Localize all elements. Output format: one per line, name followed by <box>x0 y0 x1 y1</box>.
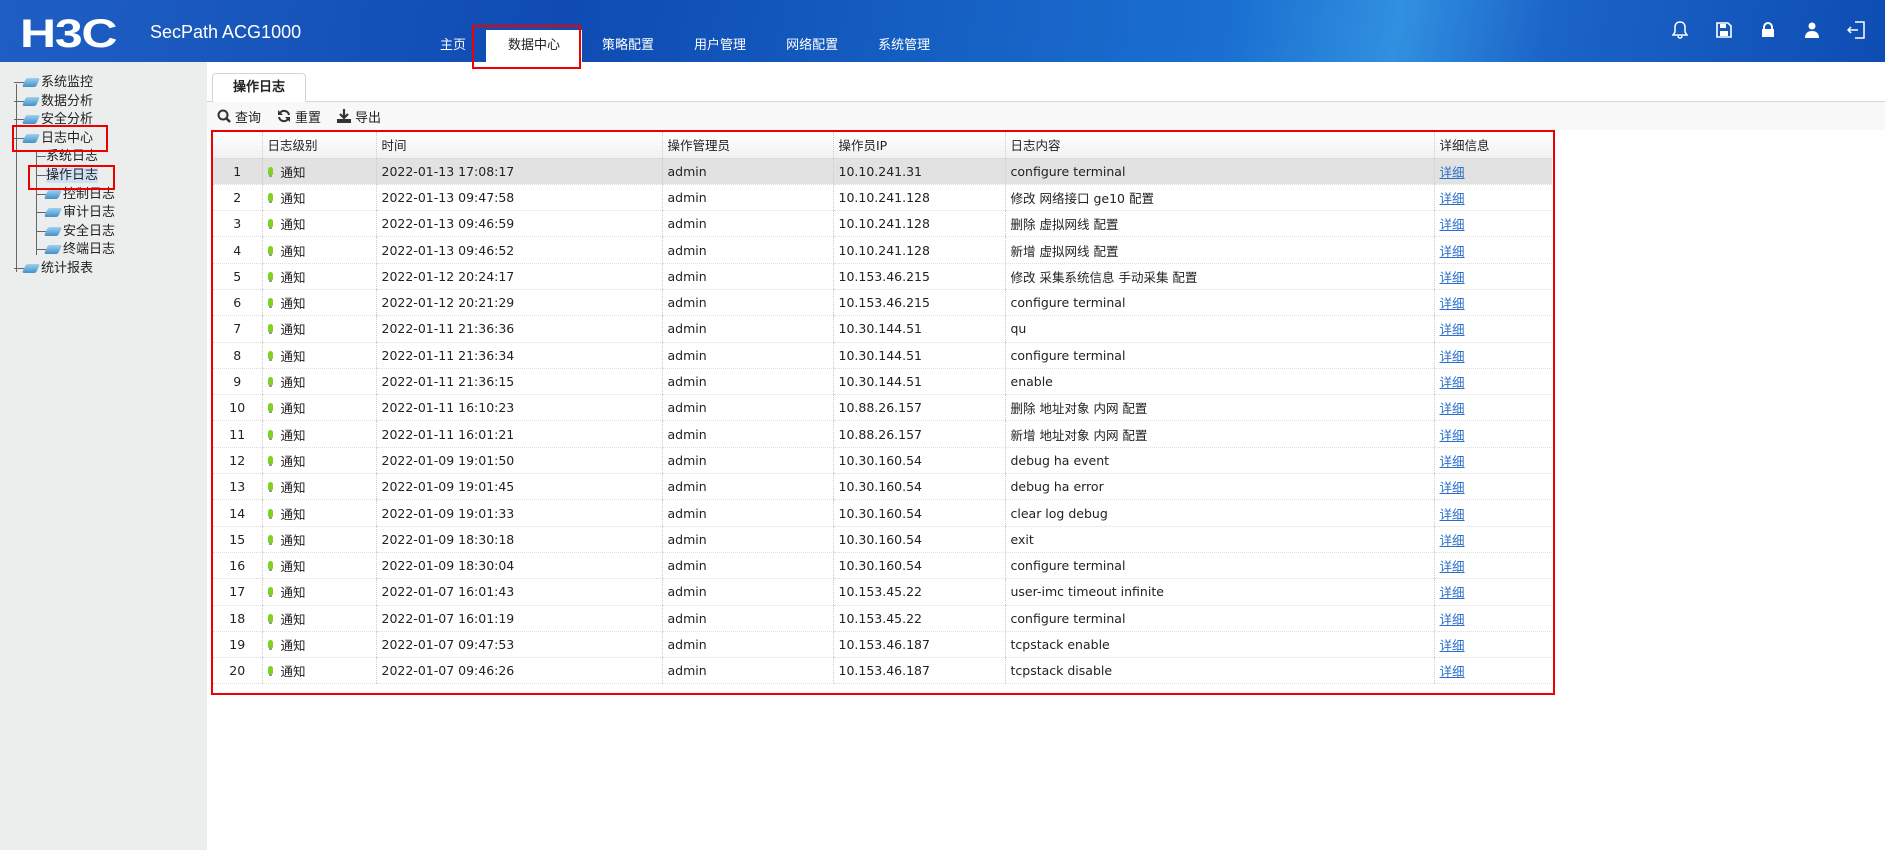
toolbar: 查询 重置 导出 <box>207 102 1885 130</box>
tab-operation-log[interactable]: 操作日志 <box>212 73 306 103</box>
tree-label: 统计报表 <box>41 260 94 276</box>
tree-item-statistics-report[interactable]: 统计报表 <box>14 260 115 279</box>
tree-label: 安全日志 <box>63 223 116 239</box>
tree-item-data-analysis[interactable]: 数据分析 <box>14 93 115 112</box>
download-icon <box>337 109 352 123</box>
tree-label: 审计日志 <box>63 205 116 221</box>
tree-item-system-monitor[interactable]: 系统监控 <box>14 74 115 93</box>
nav-tab[interactable]: 系统管理 <box>858 30 950 62</box>
user-icon[interactable] <box>1803 20 1821 40</box>
export-label: 导出 <box>355 110 382 126</box>
folder-icon <box>43 208 63 218</box>
tree-item-audit-log[interactable]: 审计日志 <box>14 204 115 223</box>
sidebar: 系统监控 数据分析 安全分析 日志中心 系统日志 操作日志 控制日志 审计日志 … <box>0 62 207 850</box>
tree-label: 终端日志 <box>63 242 116 258</box>
folder-icon <box>43 245 63 255</box>
folder-icon <box>21 78 41 87</box>
bell-icon[interactable] <box>1671 20 1689 40</box>
tree-item-terminal-log[interactable]: 终端日志 <box>14 241 115 260</box>
tab-bar: 操作日志 <box>207 72 1885 103</box>
reset-label: 重置 <box>295 110 322 126</box>
refresh-icon <box>278 109 291 123</box>
header-icons <box>1671 20 1865 40</box>
folder-icon <box>43 226 63 236</box>
nav-tab[interactable]: 用户管理 <box>674 30 766 62</box>
query-label: 查询 <box>235 110 262 126</box>
search-icon <box>217 109 231 123</box>
tree-label: 数据分析 <box>41 93 94 109</box>
query-button[interactable]: 查询 <box>217 107 261 126</box>
folder-icon <box>21 96 41 106</box>
tree-item-security-log[interactable]: 安全日志 <box>14 223 115 242</box>
annotation-box-operation-log <box>28 165 115 190</box>
tree-label: 系统监控 <box>41 75 94 90</box>
save-icon[interactable] <box>1715 20 1733 40</box>
product-name: SecPath ACG1000 <box>150 22 302 42</box>
reset-button[interactable]: 重置 <box>277 107 321 126</box>
annotation-box-table <box>211 130 1555 695</box>
h3c-logo: H3C <box>20 12 118 56</box>
folder-icon <box>21 115 41 125</box>
export-button[interactable]: 导出 <box>337 107 381 126</box>
annotation-box-log-center <box>12 125 108 152</box>
lock-icon[interactable] <box>1759 20 1777 40</box>
folder-icon <box>43 189 63 199</box>
nav-tab[interactable]: 策略配置 <box>582 30 674 62</box>
nav-tab[interactable]: 网络配置 <box>766 30 858 62</box>
logout-icon[interactable] <box>1847 20 1865 40</box>
top-header: H3C SecPath ACG1000 主页 数据中心 策略配置 用户管理 网络配置 系统… <box>0 0 1885 69</box>
folder-icon <box>21 263 41 273</box>
